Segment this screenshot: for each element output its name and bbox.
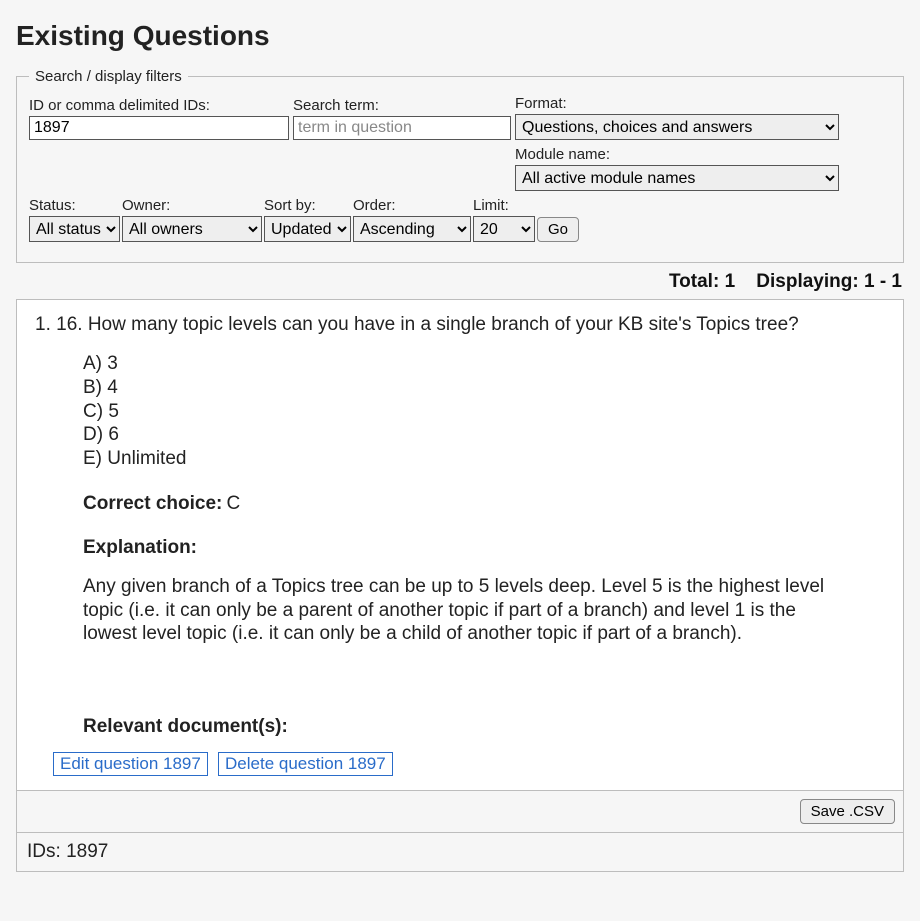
ids-row: IDs: 1897 <box>16 833 904 872</box>
question-panel: 1. 16. How many topic levels can you hav… <box>16 299 904 791</box>
status-label: Status: <box>29 197 120 214</box>
correct-choice-value: C <box>227 493 241 514</box>
correct-choice-row: Correct choice: C <box>83 493 885 515</box>
go-button[interactable]: Go <box>537 217 579 242</box>
status-select[interactable]: All status <box>29 216 120 242</box>
edit-question-button[interactable]: Edit question 1897 <box>53 752 208 776</box>
delete-question-button[interactable]: Delete question 1897 <box>218 752 393 776</box>
format-select[interactable]: Questions, choices and answers <box>515 114 839 140</box>
search-term-label: Search term: <box>293 97 513 114</box>
sort-select[interactable]: Updated <box>264 216 351 242</box>
save-csv-button[interactable]: Save .CSV <box>800 799 895 824</box>
relevant-docs-label: Relevant document(s): <box>83 716 885 738</box>
id-label: ID or comma delimited IDs: <box>29 97 291 114</box>
choice-a: A) 3 <box>83 352 885 376</box>
results-summary: Total: 1 Displaying: 1 - 1 <box>16 271 902 293</box>
correct-choice-label: Correct choice: <box>83 493 222 514</box>
total-label: Total: <box>669 271 719 292</box>
choice-list: A) 3 B) 4 C) 5 D) 6 E) Unlimited <box>83 352 885 471</box>
search-filters-fieldset: Search / display filters ID or comma del… <box>16 68 904 263</box>
question-text: 1. 16. How many topic levels can you hav… <box>35 314 885 336</box>
order-select[interactable]: Ascending <box>353 216 471 242</box>
limit-select[interactable]: 20 <box>473 216 535 242</box>
format-label: Format: <box>515 95 841 112</box>
ids-value: 1897 <box>66 841 108 862</box>
choice-c: C) 5 <box>83 400 885 424</box>
module-label: Module name: <box>515 146 841 163</box>
module-select[interactable]: All active module names <box>515 165 839 191</box>
limit-label: Limit: <box>473 197 535 214</box>
search-term-input[interactable] <box>293 116 511 140</box>
explanation-block: Explanation: Any given branch of a Topic… <box>83 537 885 646</box>
explanation-text: Any given branch of a Topics tree can be… <box>83 575 837 646</box>
id-input[interactable] <box>29 116 289 140</box>
sort-label: Sort by: <box>264 197 351 214</box>
choice-e: E) Unlimited <box>83 447 885 471</box>
displaying-value: 1 - 1 <box>864 271 902 292</box>
page-title: Existing Questions <box>16 20 904 52</box>
owner-select[interactable]: All owners <box>122 216 262 242</box>
choice-d: D) 6 <box>83 423 885 447</box>
total-value: 1 <box>725 271 736 292</box>
choice-b: B) 4 <box>83 376 885 400</box>
ids-label: IDs: <box>27 841 61 862</box>
save-row: Save .CSV <box>16 791 904 833</box>
order-label: Order: <box>353 197 471 214</box>
owner-label: Owner: <box>122 197 262 214</box>
explanation-label: Explanation: <box>83 537 197 558</box>
displaying-label: Displaying: <box>756 271 858 292</box>
filters-legend: Search / display filters <box>29 68 188 85</box>
